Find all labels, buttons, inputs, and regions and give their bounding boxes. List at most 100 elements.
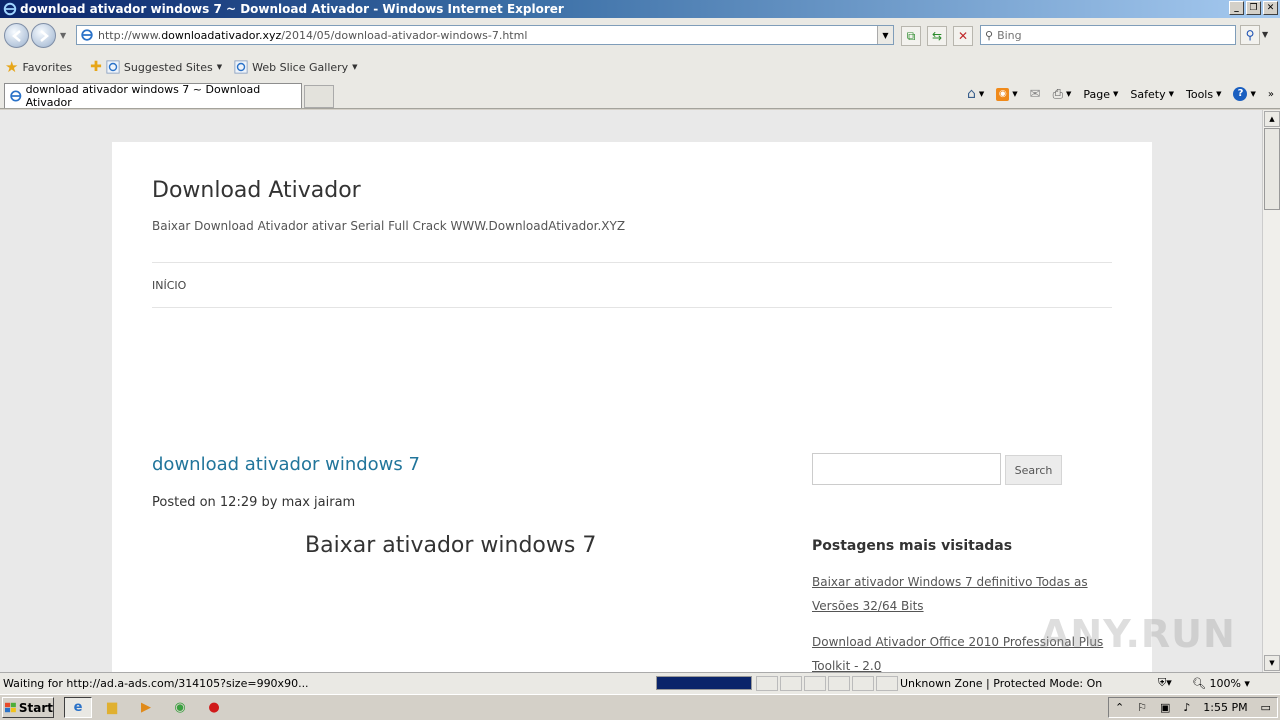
popular-post-link[interactable]: Baixar ativador Windows 7 definitivo Tod… [812, 570, 1112, 618]
safety-menu[interactable]: Safety ▼ [1130, 88, 1174, 101]
vertical-scrollbar[interactable]: ▲ ▼ [1262, 110, 1280, 672]
close-window-button[interactable]: ✕ [1263, 1, 1278, 15]
refresh-button[interactable]: ⇆ [927, 26, 947, 46]
protected-mode-icon[interactable]: ⛨▾ [1158, 676, 1172, 690]
status-panel [756, 676, 778, 691]
progress-bar [656, 676, 752, 690]
print-button[interactable]: ⎙ ▼ [1053, 87, 1072, 102]
search-box[interactable]: ⚲ [980, 25, 1236, 45]
media-player-icon: ▶ [141, 700, 151, 715]
address-prefix: http://www. [98, 28, 162, 42]
security-zone[interactable]: Unknown Zone | Protected Mode: On [900, 677, 1102, 690]
page-viewport: Download Ativador Baixar Download Ativad… [0, 110, 1262, 672]
stop-icon: ✕ [957, 29, 969, 43]
restore-button[interactable]: ❐ [1246, 1, 1261, 15]
volume-icon[interactable]: ♪ [1183, 701, 1190, 714]
web-slice-label: Web Slice Gallery [252, 60, 349, 74]
scroll-down-icon[interactable]: ▼ [1264, 655, 1280, 671]
ie-window: download ativador windows 7 ~ Download A… [0, 0, 1280, 720]
favorites-bar: ★ Favorites ✚ Suggested Sites ▼ Web Slic… [0, 53, 1280, 81]
command-bar: ⌂ ▼ ◉ ▼ ✉ ⎙ ▼ Page ▼ Safety ▼ Tools ▼ ? ▼ » [967, 86, 1274, 102]
favorites-star-icon: ★ [5, 58, 19, 76]
nav-home-link[interactable]: INÍCIO [152, 279, 186, 292]
help-menu[interactable]: ? ▼ [1233, 87, 1256, 101]
web-slice-gallery-button[interactable]: Web Slice Gallery ▼ [234, 60, 358, 74]
popular-posts-heading: Postagens mais visitadas [812, 538, 1013, 554]
home-dropdown-icon: ▼ [978, 90, 985, 98]
back-button[interactable] [4, 23, 29, 48]
page-card: Download Ativador Baixar Download Ativad… [112, 142, 1152, 672]
zoom-level[interactable]: 🔍︎ 100% ▾ [1192, 677, 1250, 690]
chrome-icon: ◉ [174, 700, 186, 715]
favorites-button[interactable]: ★ Favorites [0, 58, 72, 76]
minimize-button[interactable]: _ [1229, 1, 1244, 15]
ie-page-icon [106, 60, 120, 74]
taskbar-explorer-button[interactable]: ▆ [98, 697, 126, 718]
show-desktop-icon[interactable]: ▭ [1261, 701, 1271, 714]
page-menu[interactable]: Page ▼ [1083, 88, 1118, 101]
clock[interactable]: 1:55 PM [1203, 701, 1247, 714]
start-button[interactable]: Start [2, 697, 54, 718]
suggested-sites-button[interactable]: Suggested Sites ▼ [106, 60, 222, 74]
divider [152, 307, 1112, 308]
taskbar-opera-button[interactable]: ● [200, 697, 228, 718]
post-meta: Posted on 12:29 by max jairam [152, 495, 356, 510]
tab-current[interactable]: download ativador windows 7 ~ Download A… [4, 83, 302, 109]
address-dropdown-icon[interactable]: ▼ [877, 26, 893, 44]
home-button[interactable]: ⌂ ▼ [967, 86, 984, 102]
back-arrow-icon [11, 29, 21, 42]
network-icon[interactable]: ▣ [1160, 701, 1170, 714]
search-options-dropdown-icon[interactable]: ▼ [1262, 30, 1268, 39]
status-panel [828, 676, 850, 691]
web-slice-dropdown-icon: ▼ [352, 63, 358, 71]
feeds-dropdown-icon: ▼ [1012, 90, 1018, 98]
post-title-link[interactable]: download ativador windows 7 [152, 454, 420, 475]
status-bar: Waiting for http://ad.a-ads.com/314105?s… [0, 672, 1280, 694]
feeds-button[interactable]: ◉ ▼ [996, 87, 1018, 101]
taskbar-media-player-button[interactable]: ▶ [132, 697, 160, 718]
tools-menu-dropdown-icon: ▼ [1216, 90, 1222, 98]
status-panel [780, 676, 802, 691]
title-bar[interactable]: download ativador windows 7 ~ Download A… [0, 0, 1280, 18]
history-dropdown-icon[interactable]: ▼ [60, 31, 66, 40]
compatibility-view-button[interactable]: ⧉ [901, 26, 921, 46]
print-dropdown-icon: ▼ [1065, 90, 1072, 98]
sidebar-search-input[interactable] [812, 453, 1001, 485]
show-hidden-icons-icon[interactable]: ⌃ [1115, 701, 1124, 714]
address-domain: downloadativador.xyz [161, 28, 282, 42]
site-title[interactable]: Download Ativador [152, 178, 361, 203]
site-description: Baixar Download Ativador ativar Serial F… [152, 219, 626, 233]
stop-button[interactable]: ✕ [953, 26, 973, 46]
page-menu-label: Page [1083, 87, 1111, 101]
forward-button[interactable] [31, 23, 56, 48]
sidebar-search-button[interactable]: Search [1005, 455, 1062, 485]
taskbar-ie-button[interactable]: e [64, 697, 92, 718]
window-title: download ativador windows 7 ~ Download A… [20, 2, 564, 16]
tab-ie-icon [10, 90, 22, 102]
alert-icon: ● [208, 700, 220, 715]
search-button[interactable]: ⚲ [1240, 25, 1260, 45]
taskbar: Start e ▆ ▶ ◉ ● ⌃ ⚐ ▣ ♪ 1:55 PM ▭ [0, 694, 1280, 720]
divider [152, 262, 1112, 263]
scrollbar-thumb[interactable] [1264, 128, 1280, 210]
page-icon [81, 29, 93, 41]
mail-icon: ✉ [1029, 86, 1041, 102]
rss-icon: ◉ [996, 87, 1010, 101]
action-center-flag-icon[interactable]: ⚐ [1137, 701, 1147, 714]
page-menu-dropdown-icon: ▼ [1113, 90, 1119, 98]
help-icon: ? [1233, 87, 1248, 101]
taskbar-chrome-button[interactable]: ◉ [166, 697, 194, 718]
tools-menu[interactable]: Tools ▼ [1186, 88, 1222, 101]
add-to-favorites-bar-icon[interactable]: ✚ [90, 59, 102, 75]
refresh-icon: ⇆ [931, 29, 943, 43]
new-tab-button[interactable] [304, 85, 334, 108]
search-input[interactable] [997, 28, 1218, 42]
scroll-up-icon[interactable]: ▲ [1264, 111, 1280, 127]
chevron-more-icon[interactable]: » [1268, 89, 1274, 100]
status-panel [852, 676, 874, 691]
ie-page-icon [234, 60, 248, 74]
address-bar[interactable]: http://www. downloadativador.xyz/2014/05/… [76, 25, 894, 45]
status-panel [804, 676, 826, 691]
read-mail-button[interactable]: ✉ [1030, 87, 1041, 102]
safety-menu-label: Safety [1130, 87, 1166, 101]
